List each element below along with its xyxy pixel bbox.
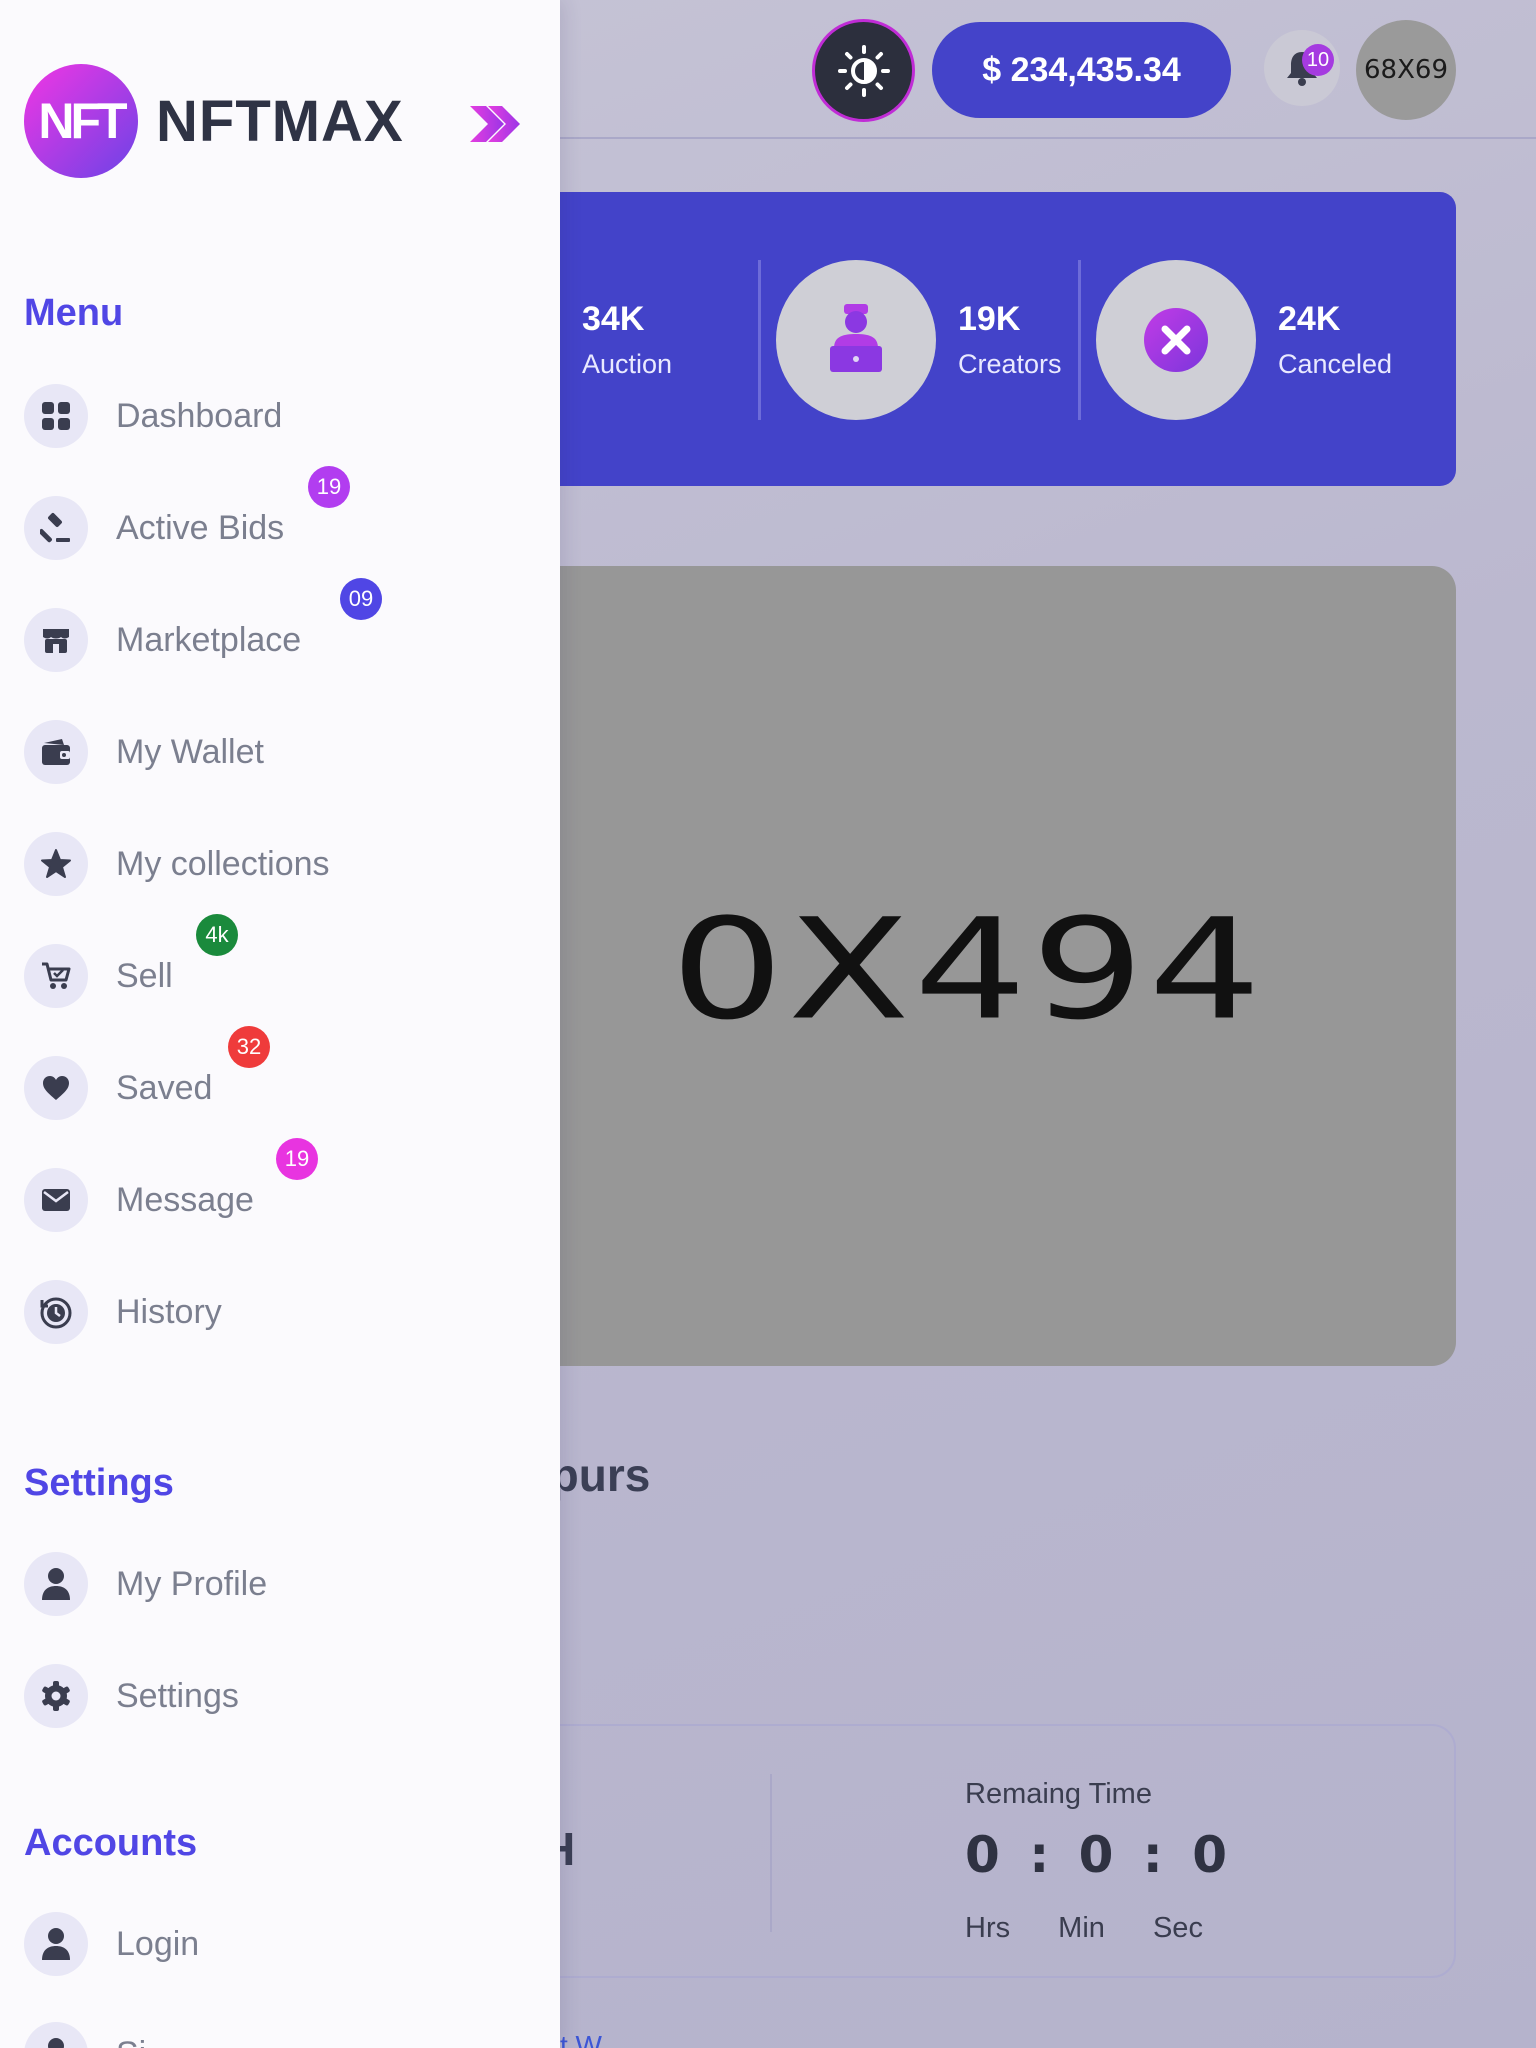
theme-toggle-button[interactable] — [812, 19, 915, 122]
logo-text[interactable]: NFTMAX — [156, 88, 404, 155]
sidebar-item-label: My Wallet — [116, 732, 264, 771]
saved-badge: 32 — [228, 1026, 270, 1068]
sidebar-item-sell[interactable]: Sell 4k — [24, 914, 238, 1008]
stat-canceled: 24K Canceled — [1096, 260, 1392, 420]
notification-count-badge: 10 — [1302, 44, 1334, 76]
sidebar-item-saved[interactable]: Saved 32 — [24, 1026, 270, 1120]
hours-label: Hrs — [965, 1912, 1011, 1944]
wallet-icon — [42, 739, 70, 765]
message-badge: 19 — [276, 1138, 318, 1180]
menu-section-title: Menu — [24, 292, 124, 334]
sidebar-item-label: My collections — [116, 844, 330, 883]
mail-icon — [42, 1189, 70, 1211]
sidebar-item-my-wallet[interactable]: My Wallet — [24, 720, 264, 784]
gear-icon — [42, 1681, 70, 1711]
stat-label: Creators — [958, 349, 1062, 379]
cart-icon — [42, 962, 71, 989]
sidebar-item-label: Si — [116, 2035, 146, 2048]
dashboard-icon — [42, 402, 70, 430]
double-chevron-right-icon — [470, 106, 520, 142]
sidebar-item-label: Sell — [116, 956, 173, 995]
cancel-icon — [1144, 308, 1208, 372]
bottom-link[interactable]: t W — [560, 2030, 602, 2048]
heart-icon — [43, 1076, 69, 1100]
notification-button[interactable]: 10 — [1264, 30, 1340, 106]
sidebar-item-my-collections[interactable]: My collections — [24, 832, 330, 896]
sidebar-item-settings[interactable]: Settings — [24, 1664, 239, 1728]
logo-mark[interactable]: NFT — [24, 64, 138, 178]
sidebar-item-dashboard[interactable]: Dashboard — [24, 384, 282, 448]
store-icon — [43, 629, 69, 653]
stat-value: 19K — [958, 300, 1021, 338]
auction-card: H Remaing Time 0 : 0 : 0 Hrs Min Sec — [480, 1724, 1456, 1978]
remaining-time-label: Remaing Time — [965, 1778, 1152, 1810]
collapse-sidebar-button[interactable] — [466, 100, 522, 148]
history-icon — [40, 1297, 72, 1329]
remaining-time-value: 0 : 0 : 0 — [965, 1826, 1233, 1884]
star-icon — [41, 849, 71, 878]
sidebar-item-label: Active Bids — [116, 508, 285, 547]
stat-divider — [1078, 260, 1081, 420]
sidebar-item-signup[interactable]: Si — [24, 2022, 146, 2048]
sidebar-item-label: My Profile — [116, 1564, 268, 1603]
sidebar-item-label: Dashboard — [116, 396, 283, 435]
user-icon — [42, 1568, 70, 1600]
gavel-icon — [40, 513, 70, 543]
stat-creators: 19K Creators — [776, 260, 1062, 420]
timer-units: Hrs Min Sec — [965, 1912, 1243, 1945]
minutes-label: Min — [1058, 1912, 1105, 1944]
seconds-label: Sec — [1152, 1912, 1203, 1944]
creator-icon — [830, 304, 882, 372]
sidebar-item-marketplace[interactable]: Marketplace 09 — [24, 578, 382, 672]
hero-image-placeholder: 0X494 — [480, 566, 1456, 1366]
sidebar-item-label: Message — [116, 1180, 254, 1219]
user-avatar[interactable]: 68X69 — [1356, 20, 1456, 120]
marketplace-badge: 09 — [340, 578, 382, 620]
sidebar-item-label: Marketplace — [116, 620, 302, 659]
sidebar: NFT NFTMAX Menu Dashboard Active Bids 19… — [0, 0, 560, 2048]
sun-icon — [837, 44, 890, 97]
stat-divider — [758, 260, 761, 420]
sidebar-item-label: Settings — [116, 1676, 239, 1715]
sidebar-item-message[interactable]: Message 19 — [24, 1138, 318, 1232]
stat-value: 34K — [582, 300, 645, 338]
balance-button[interactable]: $ 234,435.34 — [932, 22, 1231, 118]
sidebar-item-label: Saved — [116, 1068, 213, 1107]
sidebar-item-label: Login — [116, 1924, 200, 1963]
stat-value: 24K — [1278, 300, 1341, 338]
sidebar-item-history[interactable]: History — [24, 1280, 222, 1344]
sidebar-item-my-profile[interactable]: My Profile — [24, 1552, 267, 1616]
user-icon — [42, 1928, 70, 1960]
stats-banner: 34K Auction 19K Creators 24K Canceled — [400, 192, 1456, 486]
active-bids-badge: 19 — [308, 466, 350, 508]
stat-label: Canceled — [1278, 349, 1393, 379]
sidebar-item-label: History — [116, 1292, 222, 1331]
sidebar-item-active-bids[interactable]: Active Bids 19 — [24, 466, 350, 560]
sidebar-item-login[interactable]: Login — [24, 1912, 199, 1976]
stat-label: Auction — [582, 349, 673, 379]
accounts-section-title: Accounts — [24, 1822, 198, 1864]
settings-section-title: Settings — [24, 1462, 174, 1504]
card-divider — [770, 1774, 772, 1932]
sell-badge: 4k — [196, 914, 238, 956]
user-icon — [48, 2038, 64, 2048]
hero-placeholder-text: 0X494 — [670, 888, 1266, 1051]
